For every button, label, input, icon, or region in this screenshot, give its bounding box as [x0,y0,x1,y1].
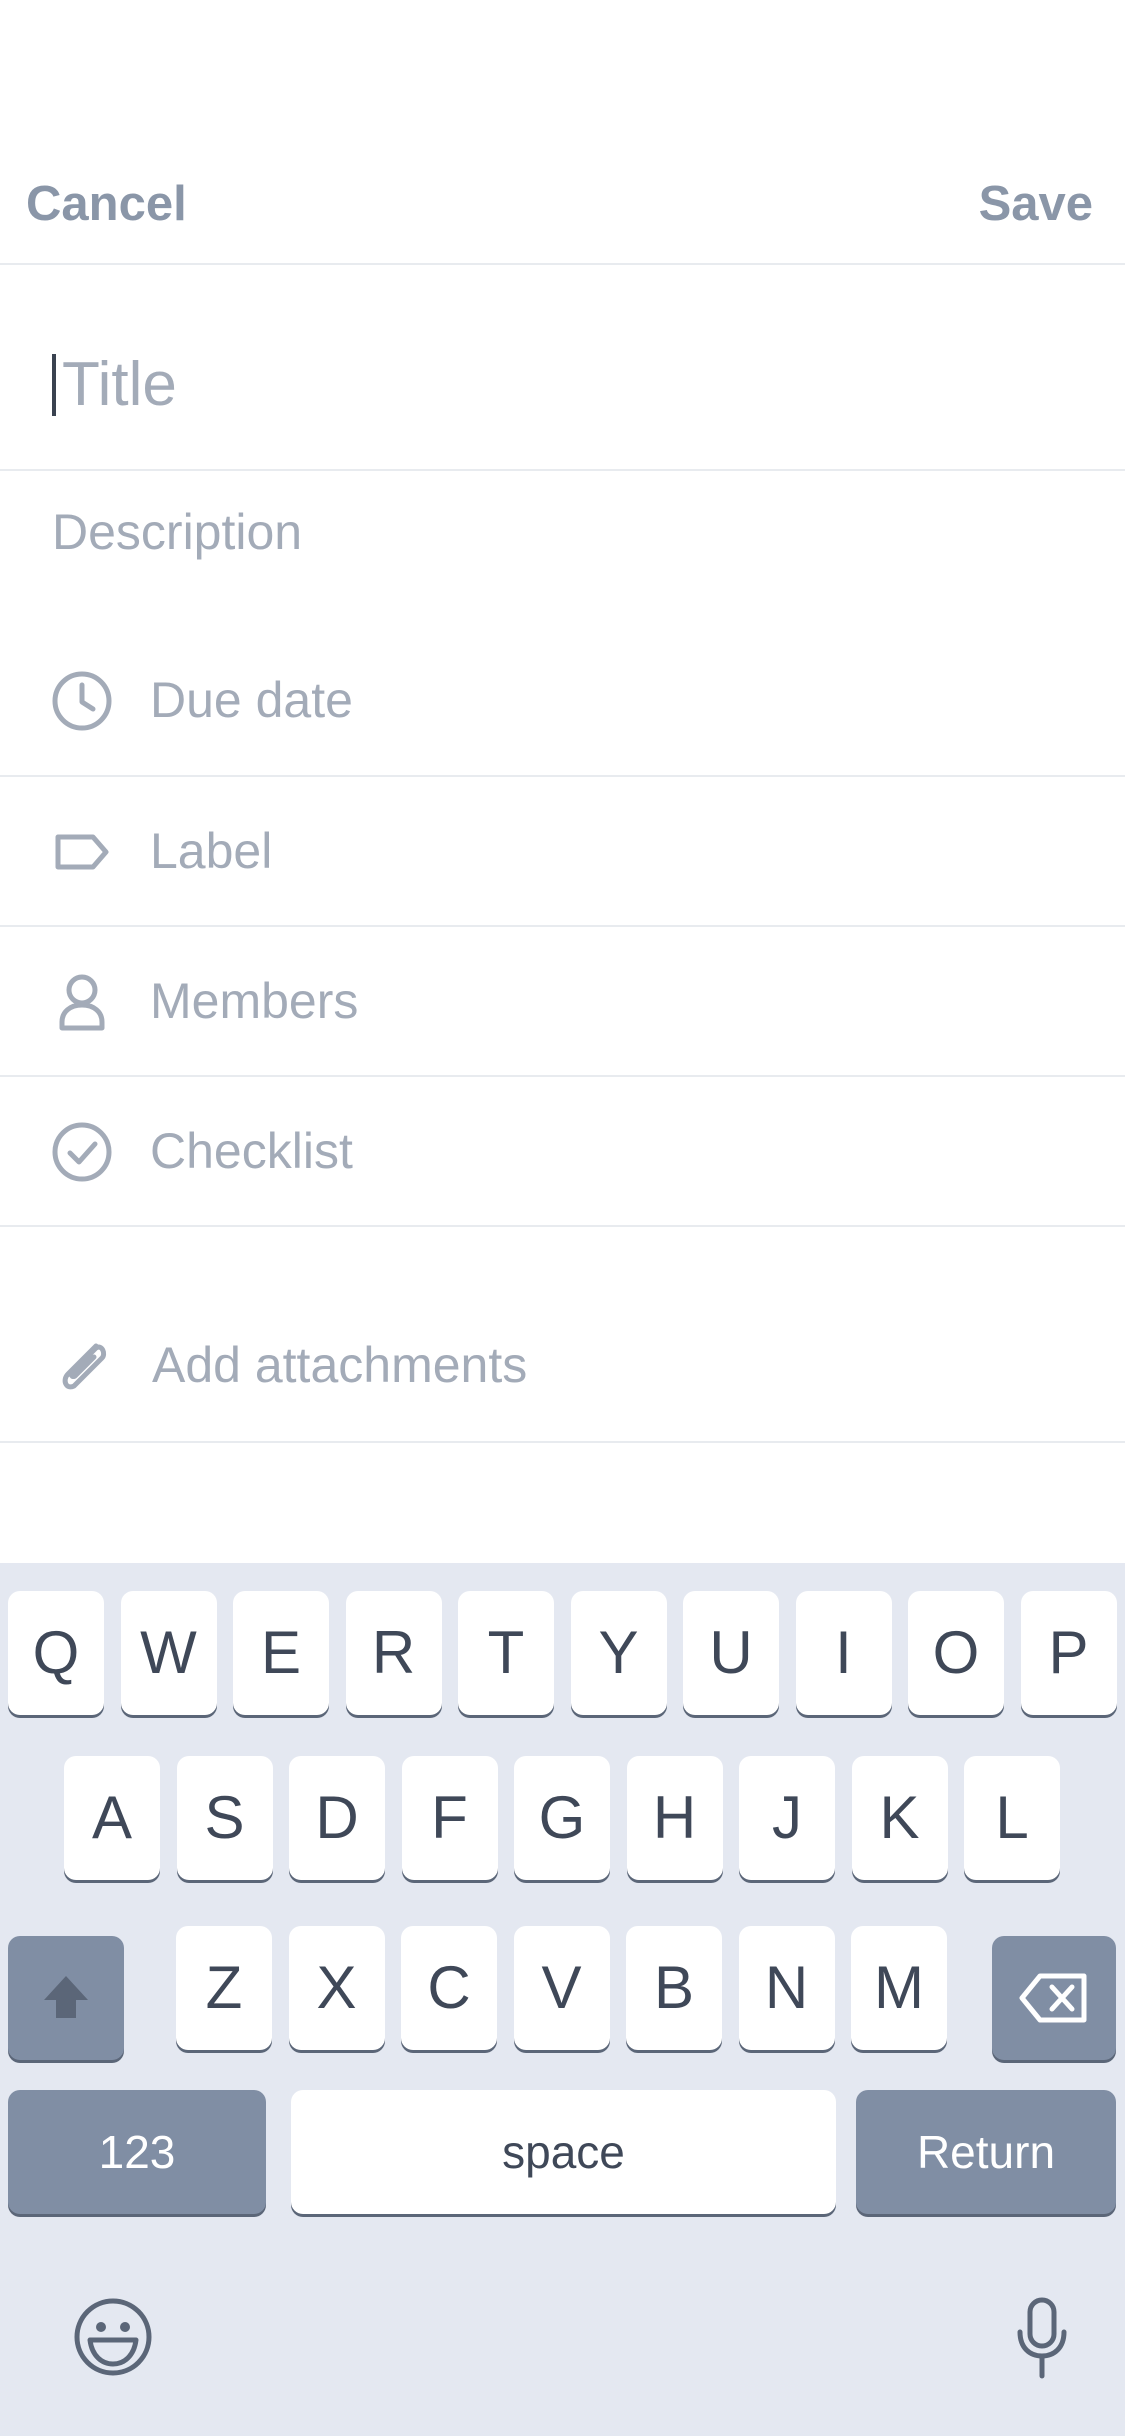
key-e[interactable]: E [233,1591,329,1715]
key-f[interactable]: F [401,1756,498,1880]
key-a[interactable]: A [64,1756,160,1880]
label-label: Label [150,823,273,879]
key-b[interactable]: B [626,1926,722,2050]
members-label: Members [150,973,359,1029]
title-divider [0,469,1125,471]
key-r[interactable]: R [345,1591,442,1715]
label-row[interactable]: Label [0,776,1125,926]
numbers-key[interactable]: 123 [8,2090,266,2214]
key-g[interactable]: G [514,1756,610,1880]
key-y[interactable]: Y [570,1591,667,1715]
shift-icon [44,1976,88,2018]
key-x[interactable]: X [288,1926,385,2050]
backspace-icon [1019,1973,1087,2023]
key-u[interactable]: U [683,1591,779,1715]
key-n[interactable]: N [738,1926,835,2050]
keyboard: QWERTYUIOP ASDFGHJKL ZXCVBNM 123 space R… [0,1563,1125,2436]
text-cursor [52,354,56,416]
key-o[interactable]: O [908,1591,1004,1715]
return-key[interactable]: Return [856,2090,1116,2214]
key-p[interactable]: P [1020,1591,1117,1715]
members-row[interactable]: Members [0,926,1125,1076]
key-s[interactable]: S [176,1756,273,1880]
tag-icon [55,834,109,870]
add-attachments-row[interactable]: Add attachments [0,1290,1125,1440]
title-placeholder: Title [62,350,177,419]
key-h[interactable]: H [626,1756,723,1880]
cancel-button[interactable]: Cancel [26,174,187,234]
key-w[interactable]: W [120,1591,217,1715]
description-input[interactable]: Description [52,500,302,564]
emoji-icon[interactable] [72,2296,154,2378]
due-date-label: Due date [150,672,353,728]
key-t[interactable]: T [458,1591,554,1715]
title-input[interactable]: Title [52,345,1072,425]
key-q[interactable]: Q [8,1591,104,1715]
row-divider [0,1225,1125,1227]
check-circle-icon [52,1122,112,1182]
key-v[interactable]: V [513,1926,610,2050]
key-k[interactable]: K [851,1756,948,1880]
backspace-key[interactable] [992,1936,1116,2060]
key-d[interactable]: D [289,1756,385,1880]
key-z[interactable]: Z [176,1926,272,2050]
checklist-label: Checklist [150,1123,353,1179]
checklist-row[interactable]: Checklist [0,1076,1125,1226]
clock-icon [52,671,112,731]
person-icon [59,974,105,1031]
attachments-divider [0,1441,1125,1443]
header-divider [0,263,1125,265]
space-key[interactable]: space [291,2090,836,2214]
key-c[interactable]: C [401,1926,497,2050]
save-button[interactable]: Save [979,174,1093,234]
microphone-icon[interactable] [1012,2296,1072,2380]
shift-key[interactable] [8,1936,124,2060]
key-m[interactable]: M [851,1926,947,2050]
due-date-row[interactable]: Due date [0,625,1125,775]
add-attachments-label: Add attachments [152,1337,528,1393]
key-i[interactable]: I [795,1591,892,1715]
key-l[interactable]: L [964,1756,1060,1880]
key-j[interactable]: J [739,1756,835,1880]
paperclip-icon [62,1343,107,1390]
